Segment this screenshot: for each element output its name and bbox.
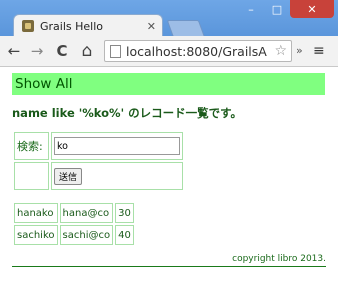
footer-divider [12,266,326,267]
browser-toolbar: ← → C ⌂ ☆ » ≡ [0,36,338,67]
maximize-button[interactable]: □ [264,0,290,18]
minimize-button[interactable]: – [238,0,264,18]
table-row: sachiko sachi@co 40 [14,225,134,245]
record-age: 30 [115,203,134,223]
copyright-footer: copyright libro 2013. [232,254,326,264]
close-window-button[interactable]: ✕ [290,0,334,18]
page-icon [110,44,121,58]
search-field-cell [51,132,183,160]
search-label: 検索: [14,132,49,160]
window-controls: – □ ✕ [238,0,334,18]
table-row: hanako hana@co 30 [14,203,134,223]
result-message: name like '%ko%' のレコード一覧です。 [12,106,242,120]
url-input[interactable] [126,43,276,59]
record-mail: sachi@co [59,225,114,245]
search-form: 検索: 送信 [12,130,185,192]
browser-menu-icon[interactable]: ≡ [313,43,325,59]
forward-arrow-icon[interactable]: → [29,42,45,60]
record-mail: hana@co [59,203,114,223]
page-content: Show All name like '%ko%' のレコード一覧です。 検索:… [0,67,338,300]
home-icon[interactable]: ⌂ [79,42,95,60]
tab-title: Grails Hello [40,19,104,33]
tab-close-icon[interactable]: ✕ [147,20,156,33]
empty-label-cell [14,162,49,190]
bookmark-star-icon[interactable]: ☆ [274,43,287,59]
address-bar[interactable]: ☆ [104,40,292,62]
extensions-overflow-icon[interactable]: » [296,44,303,57]
record-age: 40 [115,225,134,245]
page-title: Show All [12,73,325,95]
grails-favicon-icon [22,20,34,32]
search-input[interactable] [54,137,180,155]
back-arrow-icon[interactable]: ← [6,42,22,60]
reload-icon[interactable]: C [54,42,70,60]
submit-cell: 送信 [51,162,183,190]
submit-button[interactable]: 送信 [54,167,83,185]
record-name: hanako [14,203,58,223]
browser-tab[interactable]: Grails Hello ✕ [13,14,163,37]
record-name: sachiko [14,225,58,245]
records-table: hanako hana@co 30 sachiko sachi@co 40 [12,201,136,247]
